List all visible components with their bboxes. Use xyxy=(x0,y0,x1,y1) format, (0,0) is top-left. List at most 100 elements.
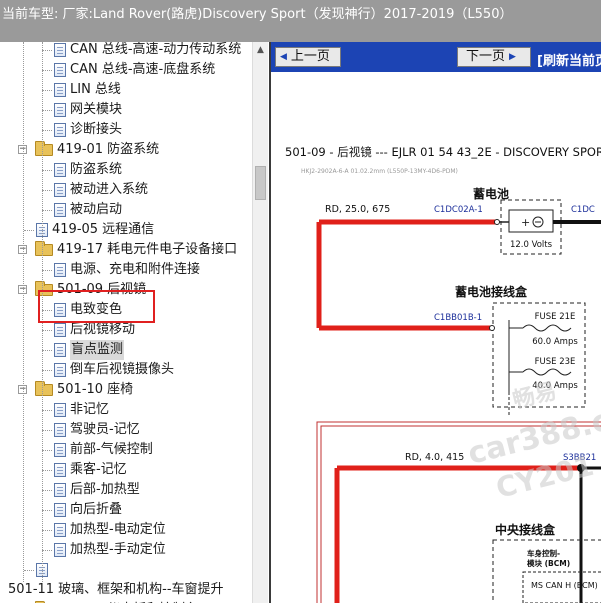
next-page-label: 下一页 xyxy=(466,49,506,64)
fuse1-rating: 60.0 Amps xyxy=(532,337,578,347)
tree-folder[interactable]: 419-01 防盗系统 xyxy=(35,140,159,160)
folder-icon xyxy=(35,241,53,256)
document-icon xyxy=(54,343,66,357)
battery-symbol xyxy=(508,209,554,233)
tree-item[interactable]: 乘客-记忆 xyxy=(54,460,127,480)
tree-item[interactable]: 501-11 玻璃、框架和机构--车窗提升 xyxy=(4,580,224,600)
tree-item-label: CAN 总线-高速-动力传动系统 xyxy=(70,42,242,57)
tree-folder[interactable]: 501-10 座椅 xyxy=(35,380,133,400)
tree-item[interactable]: 驾驶员-记忆 xyxy=(54,420,140,440)
title-bar: 当前车型: 厂家:Land Rover(路虎)Discovery Sport（发… xyxy=(0,0,601,42)
wire1-label: RD, 25.0, 675 xyxy=(325,204,390,215)
battery-voltage: 12.0 Volts xyxy=(510,240,553,250)
folder-icon xyxy=(35,141,53,156)
tree-item-label: 后视镜移动 xyxy=(70,322,136,337)
tree-item[interactable]: LIN 总线 xyxy=(54,80,121,100)
tree-item-label: 诊断接头 xyxy=(70,122,123,137)
tree-item-label: 网关模块 xyxy=(70,102,123,117)
next-page-button[interactable]: 下一页 ▶ xyxy=(457,47,531,67)
tree-item-label: 电源、充电和附件连接 xyxy=(70,262,201,277)
tree-item[interactable]: 非记忆 xyxy=(54,400,109,420)
fuse1-symbol xyxy=(522,324,572,332)
tree-item-label: 加热型-电动定位 xyxy=(70,522,166,537)
tree-item-label: 419-05 远程通信 xyxy=(52,222,155,237)
document-icon xyxy=(54,423,66,437)
document-icon xyxy=(54,403,66,417)
tree-item[interactable]: 诊断接头 xyxy=(54,120,122,140)
document-icon xyxy=(54,323,66,337)
document-icon xyxy=(54,203,66,217)
prev-page-button[interactable]: ◀ 上一页 xyxy=(275,47,341,67)
bcm-inner-label: MS CAN H (BCM) xyxy=(531,581,598,590)
tree-item-label: 倒车后视镜摄像头 xyxy=(70,362,175,377)
document-icon xyxy=(54,123,66,137)
tree-item[interactable]: 电源、充电和附件连接 xyxy=(54,260,200,280)
document-icon xyxy=(54,263,66,277)
scroll-up-arrow-icon[interactable]: ▲ xyxy=(253,42,268,58)
document-icon xyxy=(54,543,66,557)
tree-item-label: 驾驶员-记忆 xyxy=(70,422,140,437)
tree-item-label: 501-11 玻璃、框架和机构--车窗提升 xyxy=(8,582,224,597)
prev-page-label: 上一页 xyxy=(290,49,330,64)
tree-item-label: CAN 总线-高速-底盘系统 xyxy=(70,62,216,77)
battery-left-connector: C1DC02A-1 xyxy=(434,205,483,215)
tree-item-label: 被动进入系统 xyxy=(70,182,149,197)
tree-item-label: 后部-加热型 xyxy=(70,482,140,497)
tree-item[interactable]: 加热型-电动定位 xyxy=(54,520,166,540)
tree-scrollbar[interactable]: ▲ xyxy=(252,42,268,603)
tree-item[interactable]: 后视镜移动 xyxy=(54,320,135,340)
scroll-thumb[interactable] xyxy=(255,166,266,200)
tree-item[interactable]: 倒车后视镜摄像头 xyxy=(54,360,174,380)
tree-item[interactable]: 被动启动 xyxy=(54,200,122,220)
watermark-line1: 畅易 xyxy=(510,379,559,414)
document-pane: ◀ 上一页 下一页 ▶ [刷新当前页] 501-09 - 后视镜 --- EJL… xyxy=(269,42,601,603)
tree-item[interactable]: 前部-气候控制 xyxy=(54,440,153,460)
document-header: 501-09 - 后视镜 --- EJLR 01 54 43_2E - DISC… xyxy=(285,145,601,159)
document-icon xyxy=(54,483,66,497)
battery-right-connector: C1DC xyxy=(571,205,595,215)
tree-item-label: 加热型-手动定位 xyxy=(70,542,166,557)
tree-item-label: 防盗系统 xyxy=(70,162,123,177)
tree-item-label: 乘客-记忆 xyxy=(70,462,127,477)
tree-item[interactable]: 向后折叠 xyxy=(54,500,122,520)
tree-item[interactable]: 盲点监测 xyxy=(54,340,125,360)
tree-item-label: 向后折叠 xyxy=(70,502,123,517)
tree-item-label: 419-17 耗电元件电子设备接口 xyxy=(57,242,238,257)
document-icon xyxy=(54,503,66,517)
document-icon xyxy=(54,523,66,537)
tree-item-label: 419-01 防盗系统 xyxy=(57,142,160,157)
right-arrow-icon: ▶ xyxy=(509,52,516,62)
tree-item-label: 前部-气候控制 xyxy=(70,442,153,457)
tree-item[interactable]: CAN 总线-高速-底盘系统 xyxy=(54,60,215,80)
tree-item[interactable]: 网关模块 xyxy=(54,100,122,120)
tree-item[interactable]: 被动进入系统 xyxy=(54,180,148,200)
bcm-title-line1: 车身控制- xyxy=(527,548,560,558)
title-text: 当前车型: 厂家:Land Rover(路虎)Discovery Sport（发… xyxy=(2,7,513,22)
document-icon xyxy=(54,43,66,57)
tree-item[interactable]: 防盗系统 xyxy=(54,160,122,180)
tree-folder[interactable]: 419-17 耗电元件电子设备接口 xyxy=(35,240,237,260)
document-icon xyxy=(54,103,66,117)
tree-item-label: 被动启动 xyxy=(70,202,123,217)
fuse2-symbol xyxy=(522,368,572,376)
battery-title: 蓄电池 xyxy=(473,186,509,201)
tree-item-label: 501-10 座椅 xyxy=(57,382,134,397)
junction-connector: C1BB01B-1 xyxy=(434,313,482,323)
document-icon xyxy=(54,83,66,97)
central-box-title: 中央接线盒 xyxy=(495,522,556,537)
red-highlight-box xyxy=(38,290,155,323)
tree-item[interactable]: 加热型-手动定位 xyxy=(54,540,166,560)
tree-item[interactable]: CAN 总线-高速-动力传动系统 xyxy=(54,42,241,60)
wire2-label: RD, 4.0, 415 xyxy=(405,452,464,463)
wiring-diagram: 蓄电池 RD, 25.0, 675 C1DC02A-1 C1DC + 12.0 … xyxy=(316,186,601,603)
left-arrow-icon: ◀ xyxy=(280,52,287,62)
junction-box-title: 蓄电池接线盒 xyxy=(455,284,528,299)
folder-icon xyxy=(35,381,53,396)
refresh-link[interactable]: [刷新当前页] xyxy=(537,50,601,69)
document-icon xyxy=(54,463,66,477)
tree-item[interactable] xyxy=(36,560,52,580)
fuse1-name: FUSE 21E xyxy=(535,312,576,322)
tree-item[interactable]: 后部-加热型 xyxy=(54,480,140,500)
tree-item[interactable]: 419-05 远程通信 xyxy=(36,220,154,240)
tree-item-label: LIN 总线 xyxy=(70,82,121,97)
